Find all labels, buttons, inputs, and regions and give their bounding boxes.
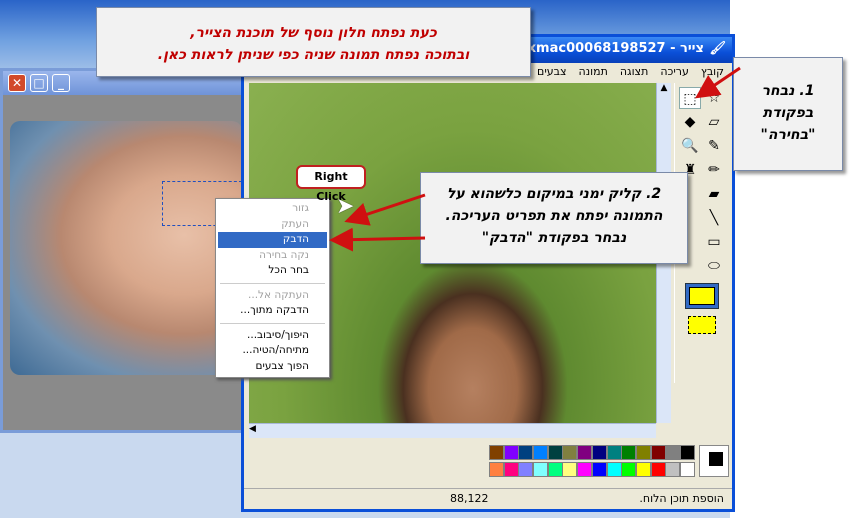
- callout-line: ובתוכה נפתח תמונה שניה כפי שניתן לראות כ…: [157, 47, 470, 63]
- current-colors[interactable]: [699, 445, 729, 477]
- menu-image[interactable]: תמונה: [579, 63, 608, 81]
- context-menu-item[interactable]: בחר הכל: [218, 263, 327, 279]
- menu-separator: [220, 282, 325, 284]
- color-swatch[interactable]: [518, 445, 534, 460]
- eraser-icon[interactable]: ▱: [703, 111, 725, 133]
- transparent-mode-icon[interactable]: [685, 313, 719, 339]
- rectangle-icon[interactable]: ▭: [703, 231, 725, 253]
- color-swatch[interactable]: [562, 462, 578, 477]
- opaque-mode-icon[interactable]: [685, 283, 719, 309]
- context-menu-item[interactable]: העתק: [218, 217, 327, 233]
- callout-step1: 1. נבחר בפקודת "בחירה": [733, 57, 843, 171]
- color-swatch[interactable]: [621, 445, 637, 460]
- color-swatch[interactable]: [680, 445, 695, 460]
- menu-file[interactable]: קובץ: [701, 63, 724, 81]
- rect-select-icon[interactable]: ⬚: [679, 87, 701, 109]
- color-swatch[interactable]: [547, 462, 563, 477]
- color-swatch[interactable]: [488, 445, 504, 460]
- context-menu-item[interactable]: העתקה אל...: [218, 288, 327, 304]
- color-swatch[interactable]: [577, 445, 593, 460]
- color-swatch[interactable]: [635, 445, 651, 460]
- context-menu-item[interactable]: היפוך/סיבוב...: [218, 328, 327, 344]
- context-menu-item[interactable]: הפוך צבעים: [218, 359, 327, 375]
- menu-separator: [220, 322, 325, 324]
- menu-edit[interactable]: עריכה: [660, 63, 689, 81]
- left-window-canvas-area: [3, 95, 243, 430]
- callout-line: 1. נבחר: [761, 83, 815, 99]
- color-swatch[interactable]: [591, 462, 607, 477]
- color-picker-icon[interactable]: ✎: [703, 135, 725, 157]
- color-swatch[interactable]: [577, 462, 593, 477]
- window-title: Pixmac00068198527 - צייר: [513, 41, 704, 56]
- scroll-left-icon[interactable]: ◀: [249, 424, 263, 434]
- fill-icon[interactable]: ◆: [679, 111, 701, 133]
- minimize-icon[interactable]: _: [52, 74, 70, 92]
- color-swatch[interactable]: [621, 462, 637, 477]
- paint-app-icon: 🖌: [709, 41, 726, 56]
- line-icon[interactable]: ╲: [703, 207, 725, 229]
- cursor-coordinates: 88,122: [450, 492, 489, 505]
- foreground-color-swatch[interactable]: [709, 452, 723, 466]
- free-select-icon[interactable]: ☆: [703, 87, 725, 109]
- color-swatch[interactable]: [606, 445, 622, 460]
- ellipse-icon[interactable]: ⬭: [703, 255, 725, 277]
- magnifier-icon[interactable]: 🔍: [679, 135, 701, 157]
- status-text: הוספת תוכן הלוח.: [639, 492, 724, 505]
- status-bar: הוספת תוכן הלוח. 88,122: [244, 488, 732, 508]
- color-swatch[interactable]: [665, 462, 681, 477]
- callout-line: בפקודת: [762, 105, 814, 121]
- color-palette: [488, 443, 729, 479]
- color-swatch[interactable]: [488, 462, 504, 477]
- woman-face-image[interactable]: [10, 121, 242, 375]
- color-swatch[interactable]: [518, 462, 534, 477]
- color-swatch[interactable]: [650, 462, 666, 477]
- pencil-icon[interactable]: ✏: [703, 159, 725, 181]
- right-click-label: Right Click: [296, 165, 366, 203]
- context-menu-item[interactable]: הדבקה מתוך...: [218, 303, 327, 319]
- close-icon[interactable]: ✕: [8, 74, 26, 92]
- color-swatch[interactable]: [650, 445, 666, 460]
- color-swatch[interactable]: [665, 445, 681, 460]
- callout-line: כעת נפתח חלון נוסף של תוכנת הצייר,: [190, 25, 437, 41]
- second-paint-window: ✕ □ _: [0, 68, 246, 433]
- color-swatch[interactable]: [503, 462, 519, 477]
- callout-intro: כעת נפתח חלון נוסף של תוכנת הצייר, ובתוכה…: [96, 7, 531, 77]
- color-swatch[interactable]: [533, 462, 548, 477]
- airbrush-icon[interactable]: ▰: [703, 183, 725, 205]
- mouse-cursor-icon: ➤: [336, 194, 355, 219]
- color-swatch[interactable]: [680, 462, 695, 477]
- callout-step2: 2. קליק ימני במיקום כלשהוא על התמונה יפתח…: [420, 172, 688, 264]
- context-menu-item[interactable]: נקה בחירה: [218, 248, 327, 264]
- context-menu-item[interactable]: גזור: [218, 201, 327, 217]
- callout-line: "בחירה": [760, 127, 816, 143]
- color-swatch[interactable]: [533, 445, 548, 460]
- color-swatch[interactable]: [635, 462, 651, 477]
- scroll-up-icon[interactable]: ▲: [657, 83, 671, 97]
- menu-view[interactable]: תצוגה: [620, 63, 648, 81]
- context-menu-item[interactable]: הדבק: [218, 232, 327, 248]
- color-swatch[interactable]: [606, 462, 622, 477]
- color-swatch[interactable]: [562, 445, 578, 460]
- maximize-icon[interactable]: □: [30, 74, 48, 92]
- menu-colors[interactable]: צבעים: [537, 63, 567, 81]
- context-menu: גזור העתק הדבק נקה בחירה בחר הכל העתקה אל... ה…: [215, 198, 330, 378]
- color-swatch[interactable]: [547, 445, 563, 460]
- callout-line: התמונה יפתח את תפריט העריכה.: [445, 208, 663, 224]
- context-menu-item[interactable]: מתיחה/הטיה...: [218, 343, 327, 359]
- callout-line: נבחר בפקודת "הדבק": [481, 230, 627, 246]
- color-swatch[interactable]: [591, 445, 607, 460]
- callout-line: 2. קליק ימני במיקום כלשהוא על: [446, 186, 662, 202]
- color-swatch[interactable]: [503, 445, 519, 460]
- horizontal-scrollbar[interactable]: ◀: [249, 423, 656, 438]
